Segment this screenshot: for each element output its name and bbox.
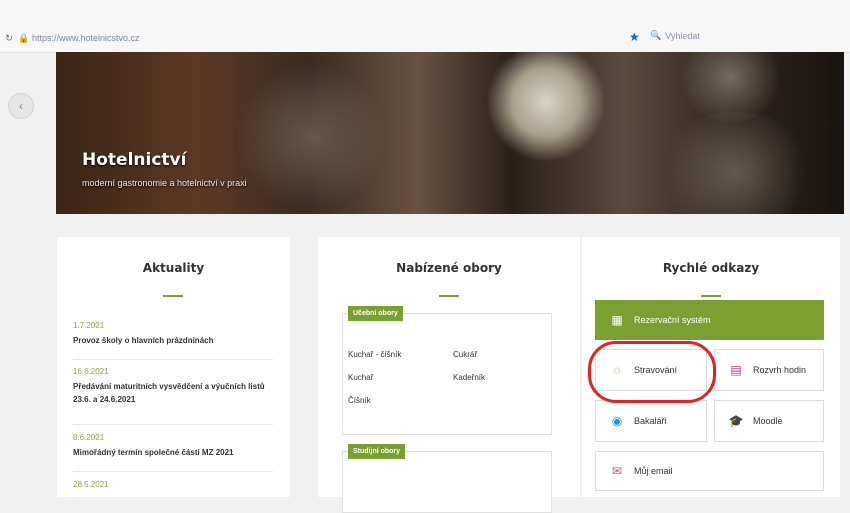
quick-link-timetable[interactable]: ▤ Rozvrh hodin [714,349,824,391]
news-date: 8.6.2021 [73,433,105,442]
fields-group-learning [342,313,552,435]
address-bar[interactable]: ↻ 🔒 https://www.hotelnicstvo.cz [4,30,140,46]
quick-link-bakalari[interactable]: ◉ Bakaláři [595,400,707,442]
quick-link-label: Rozvrh hodin [753,365,807,375]
lock-icon: 🔒 [18,33,30,43]
calendar-icon: ▦ [611,313,623,327]
news-card: Aktuality 1.7.2021 Provoz školy o hlavní… [57,237,290,497]
envelope-icon: ✉ [611,464,623,478]
fields-group-study [342,451,552,513]
search-box[interactable]: 🔍 Vyhledat [650,30,704,41]
news-title-accent [163,295,183,297]
search-icon: 🔍 [650,30,662,40]
fields-title: Nabízené obory [396,261,502,275]
hero-banner: Hotelnictví moderní gastronomie a hoteln… [56,52,844,214]
quick-link-moodle[interactable]: 🎓 Moodle [714,400,824,442]
field-link[interactable]: Číšník [348,396,371,405]
news-link[interactable]: Předávání maturitních vysvědčení a výučn… [73,380,273,406]
news-item[interactable]: 28.5.2021 [73,480,273,489]
fields-card: Nabízené obory Učební obory Kuchař - číš… [318,237,580,513]
quick-links-title-accent [701,295,721,297]
field-link[interactable]: Kadeřník [453,373,485,382]
quick-link-reservation[interactable]: ▦ Rezervační systém [595,300,824,340]
news-title: Aktuality [142,261,205,275]
news-link[interactable]: Provoz školy o hlavních prázdninách [73,334,273,347]
field-link[interactable]: Cukrář [453,350,477,359]
news-date: 28.5.2021 [73,480,109,489]
quick-link-label: Rezervační systém [634,315,711,325]
fields-group-label: Učební obory [348,306,403,321]
carousel-prev-button[interactable]: ‹ [8,93,34,119]
hero-title: Hotelnictví [82,150,187,170]
divider [73,359,273,360]
quick-link-label: Moodle [753,416,783,426]
quick-link-label: Bakaláři [634,416,667,426]
quick-link-label: Můj email [634,466,673,476]
divider [73,424,273,425]
highlight-circle [588,341,716,403]
quick-links-title: Rychlé odkazy [662,261,760,275]
quick-link-email[interactable]: ✉ Můj email [595,451,824,491]
news-item[interactable]: 8.6.2021 Mimořádný termín společné části… [73,433,273,459]
graduation-cap-icon: 🎓 [728,414,744,428]
hero-subtitle: moderní gastronomie a hotelnictví v prax… [82,178,247,188]
bookmark-star-icon[interactable]: ★ [629,30,640,44]
divider [73,471,273,472]
timetable-icon: ▤ [730,363,742,377]
search-placeholder: Vyhledat [665,30,700,41]
news-date: 16.6.2021 [73,367,109,376]
fields-title-accent [439,295,459,297]
field-link[interactable]: Kuchař [348,373,373,382]
url-text[interactable]: https://www.hotelnicstvo.cz [32,33,140,43]
news-link[interactable]: Mimořádný termín společné části MZ 2021 [73,446,273,459]
field-link[interactable]: Kuchař - číšník [348,350,401,359]
news-item[interactable]: 1.7.2021 Provoz školy o hlavních prázdni… [73,321,273,347]
bakalari-icon: ◉ [611,414,623,428]
news-item[interactable]: 16.6.2021 Předávání maturitních vysvědče… [73,367,273,406]
reload-icon[interactable]: ↻ [4,33,14,43]
news-date: 1.7.2021 [73,321,105,330]
fields-group-label: Studijní obory [348,444,406,459]
browser-toolbar: ↻ 🔒 https://www.hotelnicstvo.cz ★ 🔍 Vyhl… [0,0,850,53]
